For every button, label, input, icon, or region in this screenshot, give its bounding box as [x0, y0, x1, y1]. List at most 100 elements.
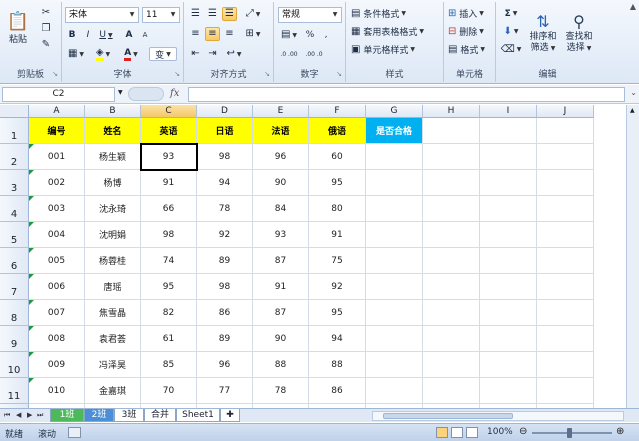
table-cell[interactable]: 84 — [253, 196, 309, 222]
select-all-button[interactable] — [0, 105, 29, 118]
table-cell[interactable]: 78 — [253, 378, 309, 404]
row-header[interactable]: 3 — [0, 170, 29, 196]
table-cell[interactable] — [480, 326, 537, 352]
worksheet-grid[interactable]: ABCDEFGHIJ 123456789101112 编号姓名英语日语法语俄语是… — [0, 105, 639, 408]
scroll-thumb[interactable] — [383, 413, 513, 419]
table-cell[interactable] — [537, 378, 594, 404]
borders-button[interactable]: ▦ ▼ — [65, 47, 87, 61]
table-cell[interactable]: 93 — [141, 144, 197, 170]
table-cell[interactable]: 冯泽昊 — [85, 352, 141, 378]
table-cell[interactable]: 91 — [141, 170, 197, 196]
table-cell[interactable]: 沈永琦 — [85, 196, 141, 222]
merge-center-button[interactable]: ⊞ ▼ — [242, 27, 264, 41]
table-cell[interactable]: 焦雪晶 — [85, 300, 141, 326]
horizontal-scrollbar[interactable] — [372, 411, 624, 421]
wrap-text-button[interactable]: ↩ ▼ — [224, 47, 244, 61]
table-cell[interactable]: 86 — [309, 378, 366, 404]
table-cell[interactable]: 杨蓉桂 — [85, 248, 141, 274]
row-header[interactable]: 8 — [0, 300, 29, 326]
table-cell[interactable]: 80 — [309, 196, 366, 222]
table-cell[interactable] — [423, 196, 480, 222]
italic-button[interactable]: I — [81, 28, 95, 42]
insert-button[interactable]: ⊞ 插入 ▼ — [447, 6, 493, 21]
table-cell[interactable]: 96 — [197, 352, 253, 378]
row-header[interactable]: 10 — [0, 352, 29, 378]
column-header[interactable]: G — [366, 105, 423, 118]
table-cell[interactable]: 78 — [197, 196, 253, 222]
table-cell[interactable]: 009 — [29, 352, 85, 378]
table-cell[interactable] — [537, 170, 594, 196]
table-cell[interactable] — [423, 352, 480, 378]
column-header[interactable]: E — [253, 105, 309, 118]
table-cell[interactable] — [480, 300, 537, 326]
table-cell[interactable]: 85 — [141, 352, 197, 378]
table-cell[interactable]: 60 — [309, 144, 366, 170]
table-cell[interactable]: 70 — [141, 378, 197, 404]
table-cell[interactable]: 86 — [197, 300, 253, 326]
comma-button[interactable]: , — [319, 28, 333, 42]
table-cell[interactable]: 沈明娟 — [85, 222, 141, 248]
column-header[interactable]: F — [309, 105, 366, 118]
normal-view-icon[interactable] — [436, 427, 448, 438]
table-cell[interactable] — [366, 378, 423, 404]
page-break-icon[interactable] — [466, 427, 478, 438]
table-cell[interactable]: 98 — [141, 222, 197, 248]
table-cell[interactable]: 74 — [141, 248, 197, 274]
table-cell[interactable]: 唐瑶 — [85, 274, 141, 300]
column-header[interactable]: B — [85, 105, 141, 118]
table-cell[interactable]: 95 — [309, 170, 366, 196]
table-cell[interactable] — [537, 118, 594, 144]
name-box[interactable]: C2 — [2, 87, 115, 102]
increase-decimal-button[interactable]: .0 .00 — [278, 47, 300, 61]
zoom-level[interactable]: 100% — [487, 427, 513, 437]
table-cell[interactable]: 92 — [309, 274, 366, 300]
table-cell[interactable] — [366, 300, 423, 326]
phonetic-button[interactable]: 变 ▼ — [149, 47, 177, 61]
dialog-launcher-icon[interactable]: ↘ — [264, 70, 270, 78]
vertical-scrollbar[interactable]: ▲ — [626, 105, 639, 408]
zoom-slider[interactable] — [532, 432, 612, 434]
zoom-slider-thumb[interactable] — [567, 428, 572, 438]
cut-button[interactable]: ✂ — [38, 6, 54, 20]
table-cell[interactable]: 77 — [197, 378, 253, 404]
dialog-launcher-icon[interactable]: ↘ — [336, 70, 342, 78]
align-right-button[interactable]: ≡ — [222, 27, 237, 41]
font-color-button[interactable]: A ▼ — [119, 47, 143, 61]
expand-formula-bar-icon[interactable]: ⌄ — [630, 88, 637, 97]
table-cell[interactable] — [423, 326, 480, 352]
page-layout-icon[interactable] — [451, 427, 463, 438]
column-header[interactable]: I — [480, 105, 537, 118]
cell-styles-button[interactable]: ▣ 单元格样式 ▼ — [350, 42, 440, 57]
column-header[interactable]: D — [197, 105, 253, 118]
table-cell[interactable]: 英语 — [141, 118, 197, 144]
number-format-combo[interactable]: 常规 ▼ — [278, 7, 342, 23]
format-button[interactable]: ▤ 格式 ▼ — [447, 42, 493, 57]
font-name-combo[interactable]: 宋体 ▼ — [65, 7, 139, 23]
table-cell[interactable]: 95 — [309, 300, 366, 326]
row-header[interactable]: 6 — [0, 248, 29, 274]
percent-button[interactable]: % — [303, 28, 317, 42]
table-cell[interactable] — [423, 170, 480, 196]
table-cell[interactable]: 金嘉琪 — [85, 378, 141, 404]
table-cell[interactable]: 89 — [197, 248, 253, 274]
conditional-format-button[interactable]: ▤ 条件格式 ▼ — [350, 6, 440, 21]
table-cell[interactable]: 杨博 — [85, 170, 141, 196]
table-cell[interactable] — [537, 222, 594, 248]
table-cell[interactable]: 94 — [309, 326, 366, 352]
column-header[interactable]: H — [423, 105, 480, 118]
align-center-button[interactable]: ≡ — [205, 27, 220, 41]
sheet-tab-sheet1[interactable]: Sheet1 — [176, 409, 220, 422]
row-header[interactable]: 1 — [0, 118, 29, 144]
table-cell[interactable] — [366, 274, 423, 300]
table-cell[interactable] — [366, 222, 423, 248]
paste-button[interactable]: 📋 粘贴 — [4, 5, 32, 51]
sort-filter-button[interactable]: ⇅ 排序和 筛选 ▼ — [526, 5, 560, 61]
table-cell[interactable]: 90 — [253, 170, 309, 196]
table-cell[interactable]: 姓名 — [85, 118, 141, 144]
table-cell[interactable]: 008 — [29, 326, 85, 352]
first-sheet-icon[interactable]: ⏮ — [4, 411, 10, 420]
table-cell[interactable] — [480, 248, 537, 274]
table-cell[interactable] — [537, 248, 594, 274]
sheet-tab-3[interactable]: 3班 — [114, 409, 144, 422]
row-header[interactable]: 2 — [0, 144, 29, 170]
